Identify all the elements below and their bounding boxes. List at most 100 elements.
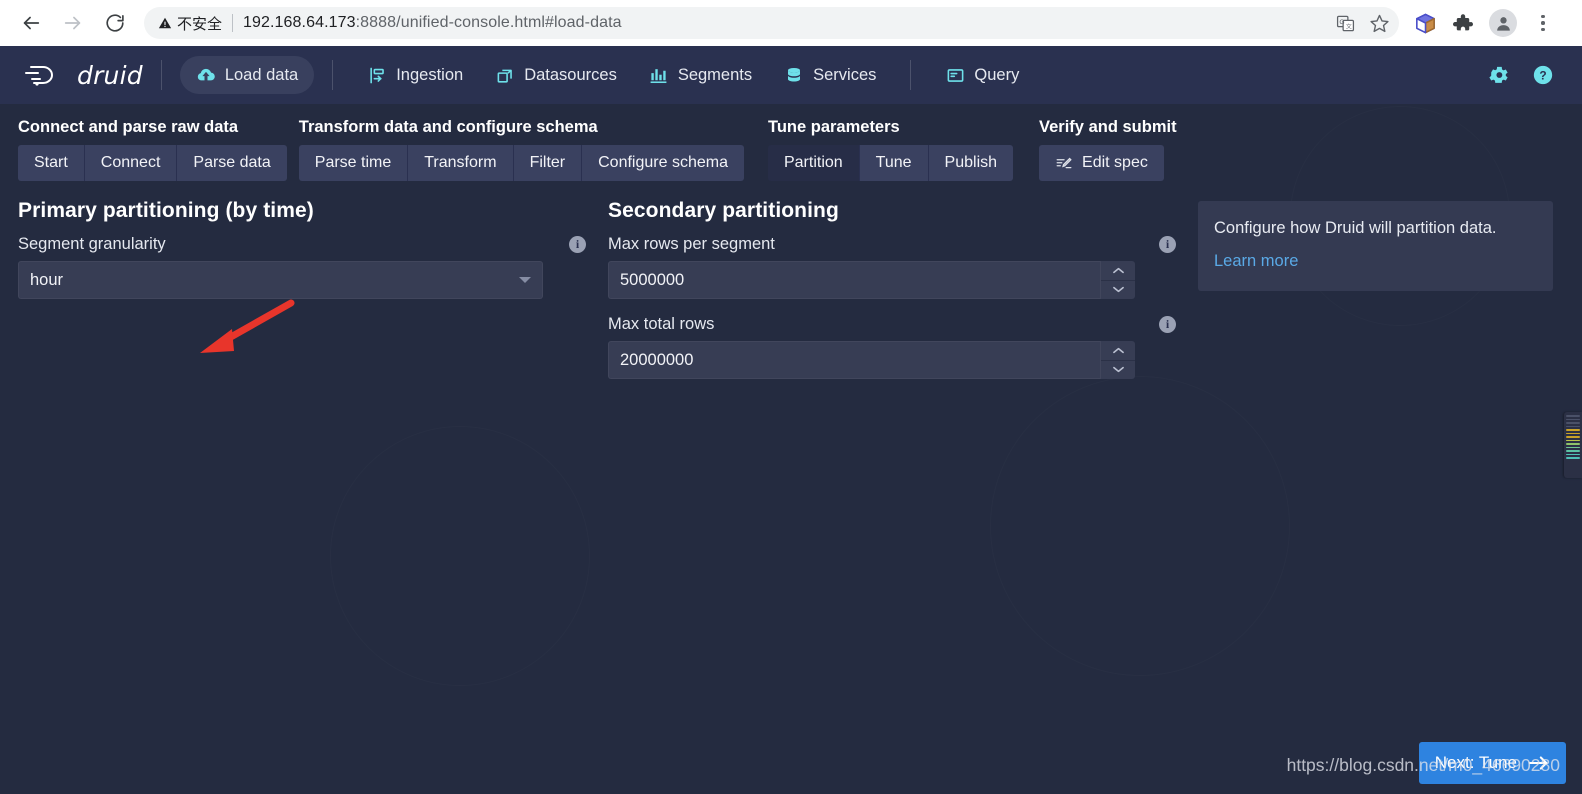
info-card-text: Configure how Druid will partition data. [1214,219,1497,237]
chevron-down-icon [1112,367,1124,373]
decorative-swirl [990,376,1290,676]
step-group-transform: Transform data and configure schema Pars… [298,118,744,181]
segment-granularity-label: Segment granularity [18,235,166,253]
upload-cloud-icon [196,65,216,85]
step-button-publish[interactable]: Publish [928,145,1014,181]
nav-item-services[interactable]: Services [768,56,892,94]
next-button-label: Next: Tune [1434,753,1517,772]
learn-more-link[interactable]: Learn more [1214,252,1298,270]
nav-item-load-data[interactable]: Load data [179,56,315,94]
app-navbar: druid Load data Ingestion Datasources Se… [0,46,1582,104]
reload-icon[interactable] [96,4,134,42]
stepper-increment-button[interactable] [1101,261,1135,281]
brand-name: druid [77,60,143,90]
nav-label: Datasources [524,65,617,84]
url-text: 192.168.64.173:8888/unified-console.html… [243,14,622,32]
omnibox-actions: G文 [1333,7,1391,39]
step-group-verify: Verify and submit Edit spec [1039,118,1177,181]
primary-section-title: Primary partitioning (by time) [18,199,314,222]
nav-item-segments[interactable]: Segments [633,56,768,94]
step-navigation: Connect and parse raw data Start Connect… [0,104,1582,181]
profile-avatar-icon[interactable] [1489,9,1517,37]
nav-item-query[interactable]: Query [929,56,1035,94]
decorative-swirl [330,426,590,686]
step-buttons: Partition Tune Publish [767,145,1014,181]
address-bar[interactable]: 不安全 192.168.64.173:8888/unified-console.… [144,7,1399,39]
security-label: 不安全 [177,15,223,33]
step-button-filter[interactable]: Filter [513,145,583,181]
step-button-start[interactable]: Start [18,145,85,181]
partition-config-panel: Primary partitioning (by time) Segment g… [0,181,1582,395]
max-rows-per-segment-label: Max rows per segment [608,235,775,253]
navbar-divider [332,60,334,90]
cube-extension-icon[interactable] [1413,11,1437,35]
stepper-buttons [1101,341,1135,379]
step-button-transform[interactable]: Transform [408,145,514,181]
stepper-increment-button[interactable] [1101,341,1135,361]
browser-toolbar: 不安全 192.168.64.173:8888/unified-console.… [0,0,1582,46]
druid-console: druid Load data Ingestion Datasources Se… [0,46,1582,794]
chevron-down-icon [1112,287,1124,293]
nav-label: Load data [224,65,299,84]
stepper-decrement-button[interactable] [1101,280,1135,299]
next-tune-button[interactable]: Next: Tune [1418,742,1566,784]
nav-label: Query [974,65,1020,84]
field-header: Max total rows i [608,315,1178,334]
step-button-parse-time[interactable]: Parse time [298,145,409,181]
segment-granularity-select[interactable] [18,261,543,299]
max-total-rows-label: Max total rows [608,315,715,333]
secondary-section-title: Secondary partitioning [608,199,839,222]
max-rows-per-segment-field: Max rows per segment i [608,235,1178,299]
translate-icon[interactable]: G文 [1333,11,1357,35]
editor-minimap-sliver[interactable] [1564,412,1582,478]
step-group-title: Connect and parse raw data [18,118,239,136]
edit-spec-icon [1055,154,1073,172]
druid-logo[interactable]: druid [20,60,143,90]
forward-arrow-icon[interactable] [54,4,92,42]
arrow-right-icon [1528,756,1548,770]
primary-partitioning-section: Primary partitioning (by time) Segment g… [18,199,608,395]
help-circle-icon[interactable]: ? [1532,64,1554,86]
step-button-configure-schema[interactable]: Configure schema [582,145,744,181]
step-button-connect[interactable]: Connect [84,145,178,181]
step-button-tune[interactable]: Tune [859,145,929,181]
stepper-decrement-button[interactable] [1101,360,1135,379]
step-button-partition[interactable]: Partition [767,145,860,181]
druid-logo-icon [25,66,53,86]
security-indicator[interactable]: 不安全 [158,13,222,34]
navbar-right-actions: ? [1488,64,1562,86]
nav-item-ingestion[interactable]: Ingestion [351,56,479,94]
info-icon[interactable]: i [569,236,586,253]
navbar-divider [160,60,162,90]
field-header: Max rows per segment i [608,235,1178,254]
more-menu-icon[interactable] [1531,11,1555,35]
bookmark-star-icon[interactable] [1367,11,1391,35]
info-card: Configure how Druid will partition data.… [1198,201,1553,291]
step-button-edit-spec[interactable]: Edit spec [1039,145,1164,181]
segment-granularity-input[interactable] [18,261,543,299]
step-group-title: Verify and submit [1039,118,1177,136]
max-total-rows-stepper [608,341,1135,379]
datasources-icon [495,65,515,85]
step-buttons: Edit spec [1039,145,1177,181]
browser-nav-buttons [0,4,134,42]
info-icon[interactable]: i [1159,236,1176,253]
warning-triangle-icon [158,17,172,29]
extensions-puzzle-icon[interactable] [1451,11,1475,35]
max-total-rows-input[interactable] [608,341,1101,379]
step-buttons: Start Connect Parse data [18,145,287,181]
nav-label: Segments [677,65,753,84]
info-icon[interactable]: i [1159,316,1176,333]
query-console-icon [945,65,965,85]
nav-label: Ingestion [396,65,464,84]
gear-icon[interactable] [1488,64,1510,86]
max-rows-per-segment-input[interactable] [608,261,1101,299]
back-arrow-icon[interactable] [12,4,50,42]
step-group-tune: Tune parameters Partition Tune Publish [767,118,1014,181]
browser-toolbar-actions [1399,9,1569,37]
step-button-parse-data[interactable]: Parse data [177,145,287,181]
chevron-up-icon [1112,267,1124,273]
step-group-connect: Connect and parse raw data Start Connect… [18,118,287,181]
nav-item-datasources[interactable]: Datasources [479,56,633,94]
step-group-title: Tune parameters [767,118,900,136]
